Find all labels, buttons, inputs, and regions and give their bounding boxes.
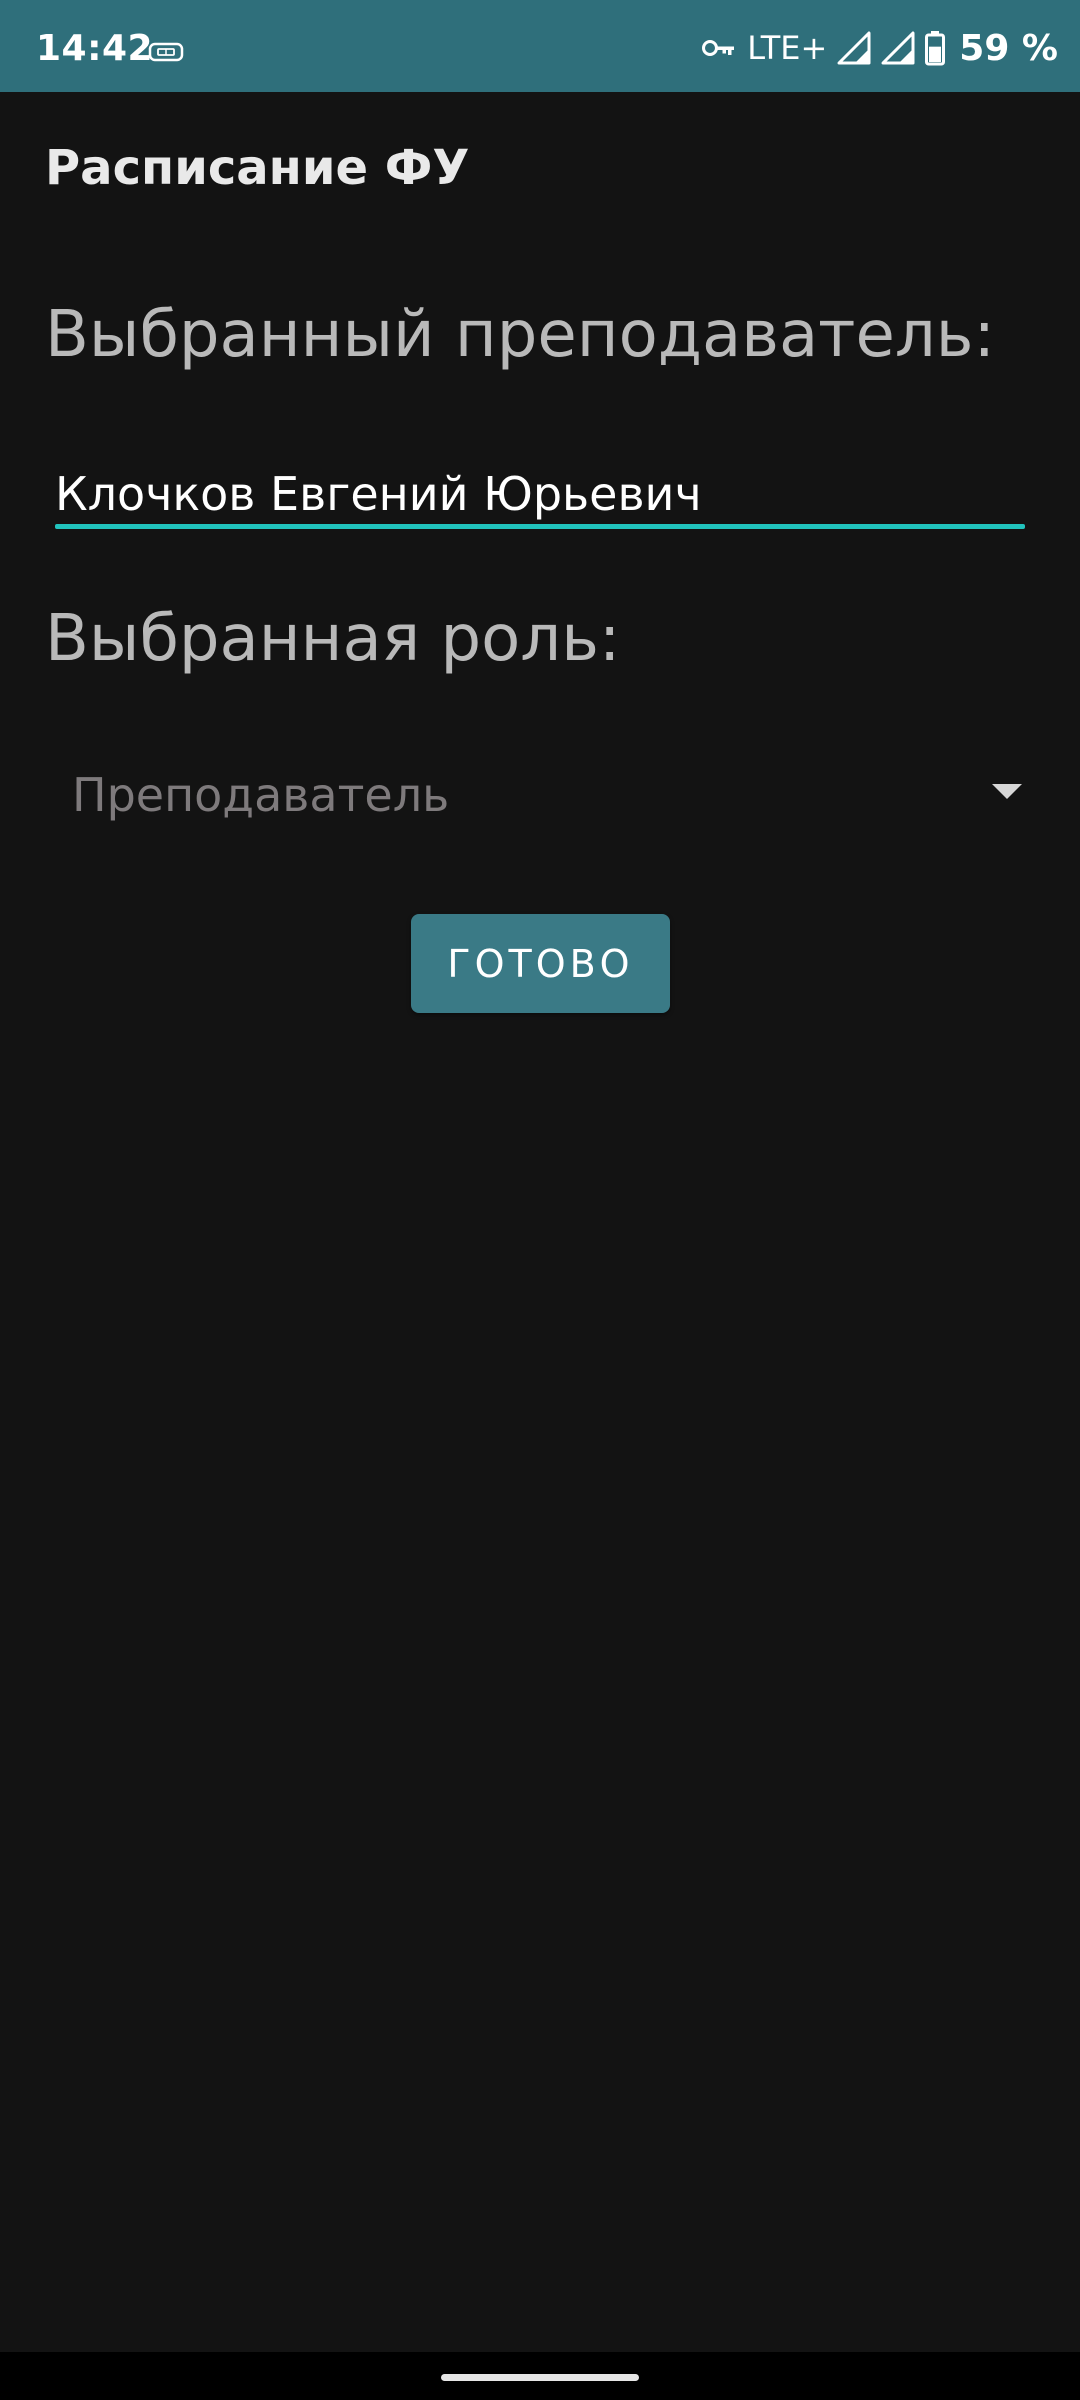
app-title: Расписание ФУ: [45, 140, 470, 196]
status-icons: LTE+ 59 %: [701, 24, 1058, 72]
role-selected-value: Преподаватель: [72, 768, 450, 822]
status-time: 14:42: [36, 28, 154, 69]
battery-icon: [925, 31, 946, 66]
role-dropdown[interactable]: Преподаватель: [45, 740, 1022, 850]
app-screen: 14:42 LTE+ 59 % Расписание ФУ Выбранный …: [0, 0, 1080, 2400]
signal-icon: [837, 31, 871, 65]
dropdown-arrow-icon: [992, 784, 1022, 799]
sim-icon: [148, 42, 184, 62]
done-button[interactable]: ГОТОВО: [411, 914, 670, 1013]
selected-teacher-label: Выбранный преподаватель:: [45, 298, 995, 372]
network-type: LTE+: [747, 29, 828, 67]
selected-role-label: Выбранная роль:: [45, 602, 621, 676]
signal-icon: [881, 31, 915, 65]
navigation-bar: [0, 2352, 1080, 2400]
vpn-key-icon: [702, 40, 735, 56]
teacher-input-underline: [55, 524, 1025, 529]
status-bar: 14:42 LTE+ 59 %: [0, 0, 1080, 92]
home-gesture-handle[interactable]: [441, 2374, 639, 2381]
battery-percent: 59 %: [959, 27, 1058, 69]
teacher-input[interactable]: [55, 458, 1025, 530]
